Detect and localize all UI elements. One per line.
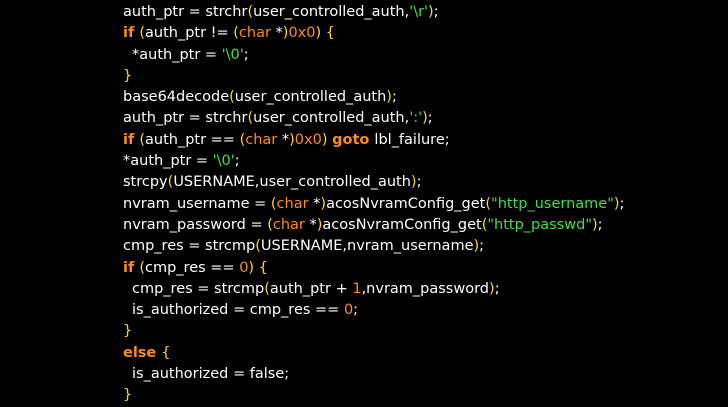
code-token: * (309, 216, 317, 233)
code-line: if (auth_ptr == (char *)0x0) goto lbl_fa… (123, 130, 624, 151)
code-token: auth_ptr = strchr (123, 110, 248, 127)
code-line: cmp_res = strcmp(auth_ptr + 1,nvram_pass… (123, 279, 624, 300)
code-line: } (123, 66, 624, 87)
code-token: *auth_ptr = (132, 46, 222, 63)
code-token: ; (479, 238, 485, 255)
code-line: else { (123, 343, 624, 364)
code-token: { (325, 25, 336, 42)
code-token: acosNvramConfig_get (326, 195, 486, 212)
code-line: cmp_res = strcmp(USERNAME,nvram_username… (123, 236, 624, 257)
code-token: } (123, 323, 133, 340)
code-token: ; (427, 110, 433, 127)
code-token: acosNvramConfig_get (322, 216, 482, 233)
code-token: char (276, 195, 314, 212)
code-token: base64decode (123, 89, 230, 106)
code-token: cmp_res == (145, 259, 240, 276)
code-token: "http_username" (491, 195, 614, 212)
code-token: ; (416, 174, 422, 191)
code-token: { (258, 259, 268, 276)
code-token: ; (433, 4, 439, 20)
code-token: cmp_res = strcmp (123, 238, 256, 255)
code-line: } (123, 385, 624, 406)
code-token: ; (619, 195, 625, 212)
code-token: 0x0 (288, 25, 316, 42)
code-token: ; (597, 216, 603, 233)
code-token: is_authorized = false; (132, 366, 290, 383)
code-line: is_authorized = cmp_res == 0; (123, 300, 624, 321)
code-line: nvram_password = (char *)acosNvramConfig… (123, 215, 624, 236)
code-line: if (auth_ptr != (char *)0x0) { (123, 23, 624, 44)
code-line: is_authorized = false; (123, 364, 624, 385)
code-token: '\0' (221, 46, 244, 63)
code-token: nvram_username = (123, 195, 271, 212)
code-token: "http_passwd" (487, 216, 592, 233)
code-token: USERNAME,user_controlled_auth (173, 174, 411, 191)
code-token: if (123, 259, 140, 276)
code-token: char (272, 216, 310, 233)
code-token: } (123, 67, 133, 84)
code-line: *auth_ptr = '\0'; (123, 45, 624, 66)
code-token: ; (391, 89, 397, 106)
code-line: *auth_ptr = '\0'; (123, 151, 624, 172)
code-token: ; (243, 46, 249, 63)
code-line: auth_ptr = strchr(user_controlled_auth,'… (123, 2, 624, 23)
code-token: strcpy (123, 174, 168, 191)
code-token: ; (234, 153, 240, 170)
code-token: goto (332, 131, 375, 148)
code-token: cmp_res = strcmp (132, 280, 265, 297)
code-token: 0x0 (294, 131, 322, 148)
code-token: ; (353, 302, 359, 319)
code-token: { (161, 344, 171, 361)
code-token: else (123, 344, 162, 361)
code-token: USERNAME,nvram_username (260, 238, 474, 255)
code-token: '\0' (212, 153, 235, 170)
code-line: nvram_username = (char *)acosNvramConfig… (123, 194, 624, 215)
code-token: char (245, 131, 282, 148)
code-token: } (123, 387, 133, 404)
code-token: ; (494, 280, 500, 297)
code-line: strcpy(USERNAME,user_controlled_auth); (123, 172, 624, 193)
code-token: lbl_failure; (374, 131, 450, 148)
code-token: *auth_ptr = (123, 153, 213, 170)
code-token: '\r' (409, 4, 429, 20)
code-line: } (123, 321, 624, 342)
code-line: if (cmp_res == 0) { (123, 258, 624, 279)
code-token: if (123, 131, 140, 148)
code-token: ':' (409, 110, 423, 127)
code-token: auth_ptr == (145, 131, 240, 148)
code-token: 0 (343, 302, 354, 319)
code-token: if (123, 25, 140, 42)
code-token: auth_ptr = strchr (123, 4, 248, 20)
code-token: ,nvram_password (361, 280, 490, 297)
code-token: nvram_password = (123, 216, 268, 233)
code-line: base64decode(user_controlled_auth); (123, 87, 624, 108)
code-token: * (275, 25, 283, 42)
code-token: is_authorized = cmp_res == (132, 302, 344, 319)
code-token: char (238, 25, 276, 42)
code-token: user_controlled_auth, (253, 110, 410, 127)
code-token: auth_ptr != (145, 25, 234, 42)
code-block: auth_ptr = strchr(user_controlled_auth,'… (123, 2, 624, 407)
code-token: 1 (352, 280, 362, 297)
code-line: auth_ptr = strchr(user_controlled_auth,'… (123, 108, 624, 129)
code-token: user_controlled_auth (234, 89, 387, 106)
code-token: user_controlled_auth, (253, 4, 410, 20)
code-token: auth_ptr + (269, 280, 353, 297)
